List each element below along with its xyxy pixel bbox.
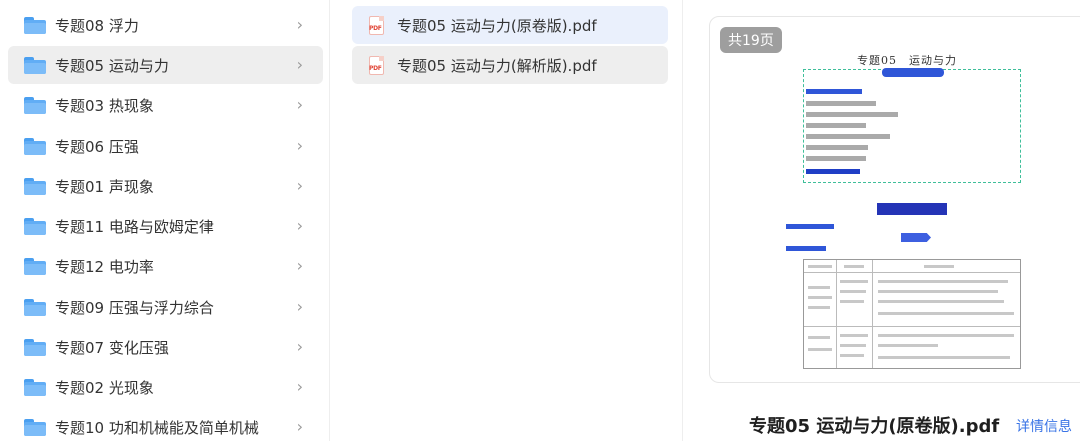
folder-item[interactable]: 专题01 声现象 ›: [8, 167, 323, 205]
folder-label: 专题06 压强: [55, 137, 139, 156]
file-label: 专题05 运动与力(原卷版).pdf: [397, 16, 597, 35]
file-item[interactable]: PDF 专题05 运动与力(原卷版).pdf: [352, 6, 668, 44]
folder-label: 专题03 热现象: [55, 96, 154, 115]
doc-table: [803, 259, 1021, 369]
folder-label: 专题12 电功率: [55, 257, 154, 276]
folder-item[interactable]: 专题07 变化压强 ›: [8, 328, 323, 366]
document-preview[interactable]: 专题05 运动与力 共19页: [709, 16, 1080, 383]
folder-item[interactable]: 专题12 电功率 ›: [8, 247, 323, 285]
folder-label: 专题01 声现象: [55, 177, 154, 196]
folder-item[interactable]: 专题06 压强 ›: [8, 127, 323, 165]
chevron-right-icon: ›: [296, 216, 303, 235]
page-count-badge: 共19页: [720, 27, 782, 53]
chevron-right-icon: ›: [296, 136, 303, 155]
folder-item[interactable]: 专题02 光现象 ›: [8, 368, 323, 406]
folder-list: 专题08 浮力 › 专题05 运动与力 › 专题03 热现象 › 专题06 压强…: [0, 0, 330, 441]
folder-item[interactable]: 专题08 浮力 ›: [8, 6, 323, 44]
folder-icon: [24, 56, 46, 74]
chevron-right-icon: ›: [296, 256, 303, 275]
toc-box: [803, 68, 1021, 183]
details-link[interactable]: 详情信息: [1016, 416, 1072, 436]
folder-label: 专题09 压强与浮力综合: [55, 298, 214, 317]
folder-label: 专题07 变化压强: [55, 338, 169, 357]
folder-icon: [24, 217, 46, 235]
chevron-right-icon: ›: [296, 377, 303, 396]
preview-file-name: 专题05 运动与力(原卷版).pdf: [749, 416, 1000, 437]
chevron-right-icon: ›: [296, 15, 303, 34]
folder-item[interactable]: 专题09 压强与浮力综合 ›: [8, 288, 323, 326]
pdf-icon: PDF: [369, 15, 384, 35]
folder-icon: [24, 16, 46, 34]
chevron-right-icon: ›: [296, 297, 303, 316]
folder-item[interactable]: 专题03 热现象 ›: [8, 86, 323, 124]
chevron-right-icon: ›: [296, 337, 303, 356]
section-banner: [877, 203, 947, 215]
folder-label: 专题08 浮力: [55, 16, 139, 35]
folder-icon: [24, 338, 46, 356]
file-list: PDF 专题05 运动与力(原卷版).pdf PDF 专题05 运动与力(解析版…: [338, 0, 683, 441]
chevron-right-icon: ›: [296, 95, 303, 114]
folder-label: 专题10 功和机械能及简单机械: [55, 418, 259, 437]
folder-icon: [24, 378, 46, 396]
folder-icon: [24, 177, 46, 195]
page-thumbnail: 专题05 运动与力: [784, 41, 1030, 381]
folder-label: 专题05 运动与力: [55, 56, 169, 75]
chevron-right-icon: ›: [296, 417, 303, 436]
folder-icon: [24, 418, 46, 436]
folder-item[interactable]: 专题11 电路与欧姆定律 ›: [8, 207, 323, 245]
toc-header: [882, 68, 944, 77]
folder-icon: [24, 96, 46, 114]
folder-label: 专题11 电路与欧姆定律: [55, 217, 214, 236]
chevron-right-icon: ›: [296, 55, 303, 74]
file-browser: 专题08 浮力 › 专题05 运动与力 › 专题03 热现象 › 专题06 压强…: [0, 0, 1080, 441]
folder-icon: [24, 137, 46, 155]
doc-title: 专题05 运动与力: [857, 54, 957, 67]
file-item[interactable]: PDF 专题05 运动与力(解析版).pdf: [352, 46, 668, 84]
folder-item[interactable]: 专题05 运动与力 ›: [8, 46, 323, 84]
pdf-icon: PDF: [369, 55, 384, 75]
folder-icon: [24, 298, 46, 316]
chevron-right-icon: ›: [296, 176, 303, 195]
folder-label: 专题02 光现象: [55, 378, 154, 397]
arrow-tag: [901, 233, 931, 242]
file-label: 专题05 运动与力(解析版).pdf: [397, 56, 597, 75]
folder-item[interactable]: 专题10 功和机械能及简单机械 ›: [8, 408, 323, 441]
folder-icon: [24, 257, 46, 275]
